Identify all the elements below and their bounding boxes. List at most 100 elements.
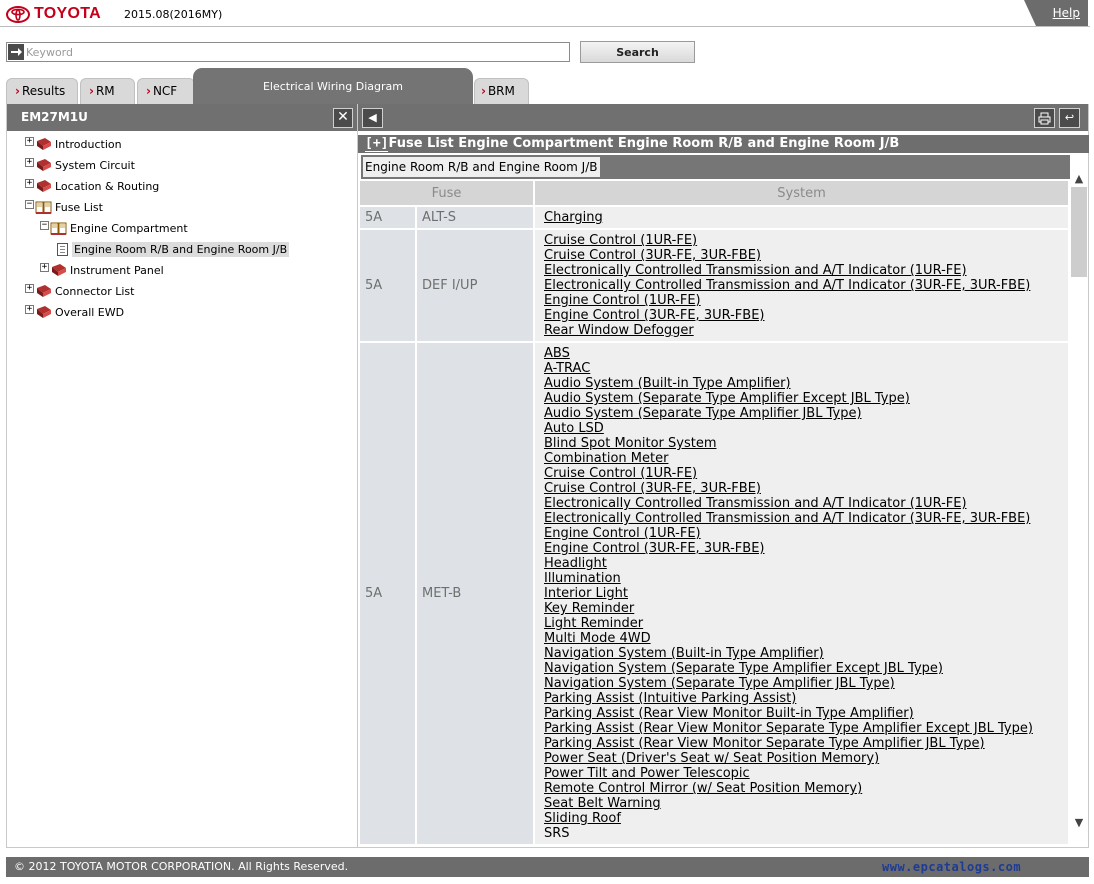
help-tab: Help: [1024, 0, 1088, 26]
tab-brm[interactable]: › BRM: [474, 78, 529, 104]
back-button[interactable]: ◀: [362, 108, 383, 128]
table-row: 5A ALT-S Charging: [360, 207, 1068, 228]
system-link[interactable]: Cruise Control (3UR-FE, 3UR-FBE): [544, 248, 1068, 263]
system-link[interactable]: Sliding Roof: [544, 811, 1068, 826]
search-box: [6, 42, 570, 62]
system-link[interactable]: Multi Mode 4WD: [544, 631, 1068, 646]
tab-rm[interactable]: › RM: [80, 78, 135, 104]
system-link[interactable]: Audio System (Built-in Type Amplifier): [544, 376, 1068, 391]
expand-toggle-icon[interactable]: +: [25, 283, 34, 293]
system-link[interactable]: Power Seat (Driver's Seat w/ Seat Positi…: [544, 751, 1068, 766]
expand-toggle-icon[interactable]: +: [25, 304, 34, 314]
tab-electrical-wiring-diagram[interactable]: Electrical Wiring Diagram: [193, 68, 473, 104]
system-link[interactable]: Power Tilt and Power Telescopic: [544, 766, 1068, 781]
system-link[interactable]: Audio System (Separate Type Amplifier JB…: [544, 406, 1068, 421]
close-panel-button[interactable]: ✕: [333, 108, 353, 128]
system-link[interactable]: Light Reminder: [544, 616, 1068, 631]
tree-item-label: Engine Compartment: [70, 221, 188, 235]
return-button[interactable]: ↩: [1059, 108, 1080, 128]
system-link[interactable]: Cruise Control (1UR-FE): [544, 466, 1068, 481]
expand-toggle-icon[interactable]: +: [25, 157, 34, 167]
chevron-up-icon[interactable]: ▲: [1072, 172, 1086, 186]
copyright-text: © 2012 TOYOTA MOTOR CORPORATION. All Rig…: [14, 860, 349, 873]
tree-item-engine-room-rb-jb[interactable]: Engine Room R/B and Engine Room J/B: [55, 239, 290, 259]
system-link[interactable]: Seat Belt Warning: [544, 796, 1068, 811]
system-list-cell: ABS A-TRAC Audio System (Built-in Type Amp…: [535, 343, 1068, 844]
print-button[interactable]: [1034, 108, 1055, 128]
tree-panel-header: EM27M1U ✕: [7, 104, 357, 131]
system-link[interactable]: Remote Control Mirror (w/ Seat Position …: [544, 781, 1068, 796]
tree-item-label: Engine Room R/B and Engine Room J/B: [72, 241, 290, 257]
expand-toggle-icon[interactable]: +: [40, 262, 49, 272]
search-button[interactable]: Search: [580, 41, 695, 63]
closed-book-icon: [52, 264, 66, 276]
system-link[interactable]: Cruise Control (3UR-FE, 3UR-FBE): [544, 481, 1068, 496]
system-link[interactable]: Cruise Control (1UR-FE): [544, 233, 1068, 248]
tree-item-instrument-panel[interactable]: + Instrument Panel: [40, 260, 164, 280]
system-link[interactable]: Parking Assist (Intuitive Parking Assist…: [544, 691, 1068, 706]
closed-book-icon: [37, 306, 51, 318]
system-link[interactable]: Electronically Controlled Transmission a…: [544, 496, 1068, 511]
system-link[interactable]: Electronically Controlled Transmission a…: [544, 263, 1068, 278]
system-list-cell: Charging: [535, 207, 1068, 228]
chevron-down-icon[interactable]: ▼: [1072, 816, 1086, 830]
tree-item-location-routing[interactable]: + Location & Routing: [25, 176, 159, 196]
tree-panel-title: EM27M1U: [21, 110, 88, 124]
tab-results[interactable]: › Results: [6, 78, 78, 104]
system-link[interactable]: Audio System (Separate Type Amplifier Ex…: [544, 391, 1068, 406]
search-input[interactable]: [26, 44, 566, 60]
system-link[interactable]: Combination Meter: [544, 451, 1068, 466]
system-link[interactable]: Engine Control (1UR-FE): [544, 293, 1068, 308]
system-link[interactable]: Parking Assist (Rear View Monitor Separa…: [544, 721, 1068, 736]
document-toolbar: ◀ ↩: [358, 104, 1088, 131]
help-link[interactable]: Help: [1053, 6, 1080, 20]
system-link[interactable]: Key Reminder: [544, 601, 1068, 616]
system-link[interactable]: Electronically Controlled Transmission a…: [544, 511, 1068, 526]
tree-item-introduction[interactable]: + Introduction: [25, 134, 122, 154]
system-link[interactable]: Rear Window Defogger: [544, 323, 1068, 338]
system-link[interactable]: Engine Control (1UR-FE): [544, 526, 1068, 541]
document-icon: [57, 242, 68, 256]
system-link[interactable]: Interior Light: [544, 586, 1068, 601]
system-link[interactable]: Electronically Controlled Transmission a…: [544, 278, 1068, 293]
tab-ncf[interactable]: › NCF: [137, 78, 195, 104]
system-link[interactable]: Parking Assist (Rear View Monitor Built-…: [544, 706, 1068, 721]
collapse-toggle-icon[interactable]: −: [25, 199, 34, 209]
toyota-emblem-icon: [6, 5, 30, 23]
system-link[interactable]: Blind Spot Monitor System: [544, 436, 1068, 451]
tree-item-engine-compartment[interactable]: − Engine Compartment: [40, 218, 188, 238]
expand-toggle-icon[interactable]: +: [25, 178, 34, 188]
system-link[interactable]: Engine Control (3UR-FE, 3UR-FBE): [544, 541, 1068, 556]
document-title-text: Fuse List Engine Compartment Engine Room…: [388, 136, 900, 151]
watermark-text: www.epcatalogs.com: [882, 860, 1022, 874]
system-link[interactable]: SRS: [544, 826, 1068, 841]
system-link[interactable]: Auto LSD: [544, 421, 1068, 436]
system-link[interactable]: Charging: [544, 210, 1068, 225]
tree-item-overall-ewd[interactable]: + Overall EWD: [25, 302, 124, 322]
system-link[interactable]: Navigation System (Built-in Type Amplifi…: [544, 646, 1068, 661]
expand-all-toggle[interactable]: [+]: [365, 136, 389, 152]
tab-label: BRM: [487, 84, 515, 98]
expand-toggle-icon[interactable]: +: [25, 136, 34, 146]
system-link[interactable]: Navigation System (Separate Type Amplifi…: [544, 676, 1068, 691]
scrollbar-thumb[interactable]: [1071, 187, 1087, 277]
system-link[interactable]: Parking Assist (Rear View Monitor Separa…: [544, 736, 1068, 751]
fuse-amperage-cell: 5A: [360, 207, 415, 228]
system-link[interactable]: Illumination: [544, 571, 1068, 586]
document-title: [+]Fuse List Engine Compartment Engine R…: [358, 135, 1089, 153]
tree-item-fuse-list[interactable]: − Fuse List: [25, 197, 103, 217]
system-link[interactable]: Engine Control (3UR-FE, 3UR-FBE): [544, 308, 1068, 323]
fuse-name-cell: DEF I/UP: [417, 230, 533, 341]
system-link[interactable]: ABS: [544, 346, 1068, 361]
open-book-icon: [35, 201, 52, 214]
tree-item-connector-list[interactable]: + Connector List: [25, 281, 134, 301]
system-link[interactable]: Navigation System (Separate Type Amplifi…: [544, 661, 1068, 676]
system-link[interactable]: Headlight: [544, 556, 1068, 571]
vertical-scrollbar[interactable]: ▲ ▼: [1070, 168, 1088, 844]
tab-label: Results: [21, 84, 66, 98]
fuse-name-cell: ALT-S: [417, 207, 533, 228]
tree-item-system-circuit[interactable]: + System Circuit: [25, 155, 135, 175]
collapse-toggle-icon[interactable]: −: [40, 220, 49, 230]
system-link[interactable]: A-TRAC: [544, 361, 1068, 376]
chevron-right-icon: ›: [481, 84, 486, 98]
